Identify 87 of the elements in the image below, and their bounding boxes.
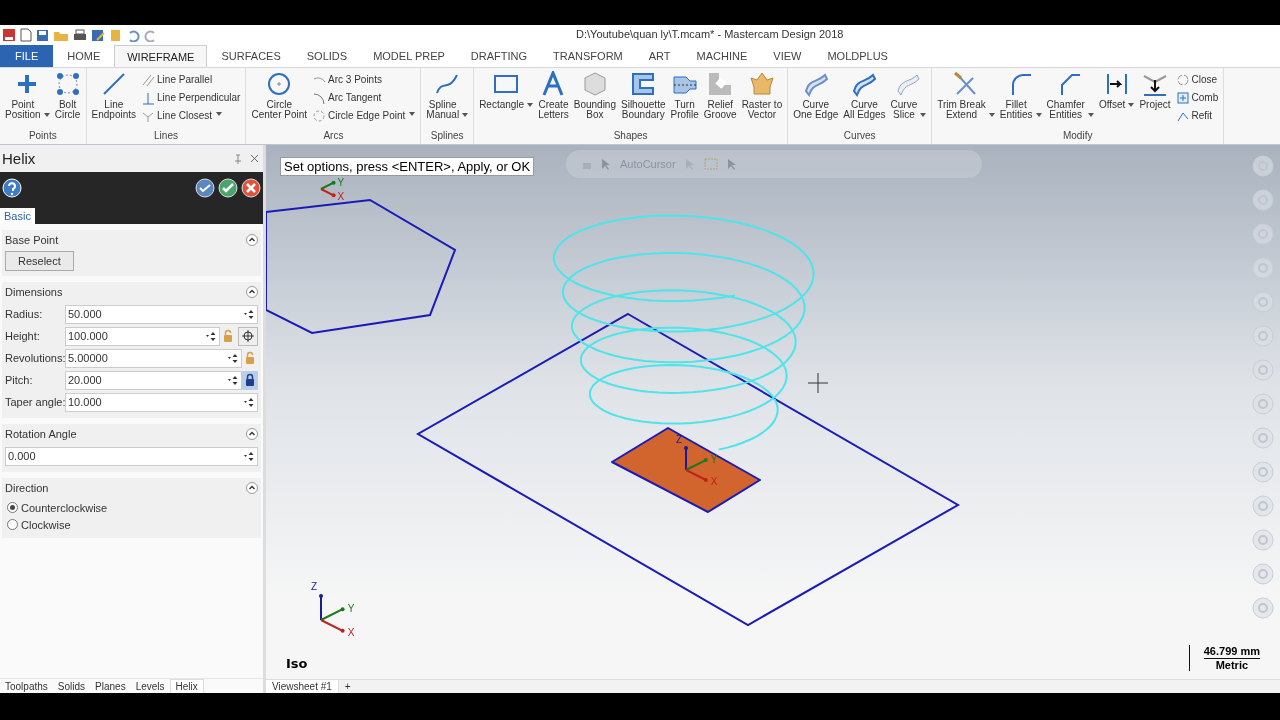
group-label: Modify bbox=[1061, 130, 1094, 143]
ribbon-button[interactable]: Circle Edge Point bbox=[310, 108, 418, 123]
view-name: Iso bbox=[286, 656, 308, 671]
scale-indicator: 46.799 mm Metric bbox=[1188, 645, 1260, 671]
ribbon-button[interactable]: Fillet Entities bbox=[997, 71, 1044, 130]
field-label: Pitch: bbox=[5, 374, 34, 386]
group-label: Curves bbox=[842, 130, 877, 143]
ribbon-button[interactable]: Curve Slice bbox=[888, 71, 929, 130]
ribbon-tab[interactable]: DRAFTING bbox=[458, 45, 540, 67]
number-field[interactable]: 100.000 bbox=[65, 326, 220, 346]
ribbon-button[interactable]: Create Letters bbox=[536, 71, 571, 130]
ribbon-button[interactable]: Arc 3 Points bbox=[310, 72, 418, 87]
field-label: Height: bbox=[5, 330, 41, 342]
ribbon-button[interactable]: Line Endpoints bbox=[89, 71, 139, 130]
ribbon-button[interactable]: Rectangle bbox=[477, 71, 536, 130]
ribbon-button[interactable]: Silhouette Boundary bbox=[619, 71, 668, 130]
radio-option[interactable]: Clockwise bbox=[5, 516, 258, 533]
axis-label: Y bbox=[347, 602, 355, 614]
ribbon-button[interactable]: Offset bbox=[1096, 71, 1137, 130]
number-field[interactable]: 50.000 bbox=[65, 304, 258, 324]
ribbon-button[interactable]: Project bbox=[1137, 71, 1173, 130]
axis-label: Y bbox=[337, 176, 345, 188]
ribbon-button[interactable]: Bolt Circle bbox=[52, 71, 83, 130]
manager-tab[interactable]: Helix bbox=[169, 679, 204, 693]
ribbon-button[interactable]: Relief Groove bbox=[701, 71, 739, 130]
field-label: Radius: bbox=[5, 308, 44, 320]
ribbon-tab[interactable]: VIEW bbox=[761, 45, 814, 67]
group-label: Splines bbox=[429, 130, 465, 143]
section-title: Rotation Angle bbox=[5, 428, 77, 440]
ribbon-button[interactable]: Circle Center Point bbox=[249, 71, 310, 130]
axis-label: X bbox=[337, 191, 345, 203]
group-label: Arcs bbox=[322, 130, 345, 143]
manager-tab[interactable]: Levels bbox=[130, 679, 170, 693]
ribbon-button[interactable]: Line Parallel bbox=[139, 72, 243, 87]
group-label: Points bbox=[27, 130, 58, 143]
number-field[interactable]: 20.000 bbox=[65, 370, 242, 390]
reselect-button[interactable]: Reselect bbox=[5, 251, 74, 271]
axis-label: X bbox=[710, 476, 718, 488]
ribbon-button[interactable]: Refit bbox=[1173, 108, 1221, 123]
ribbon-tab[interactable]: SURFACES bbox=[209, 45, 293, 67]
prompt-message: Set options, press <ENTER>, Apply, or OK bbox=[280, 157, 535, 176]
ribbon-tab[interactable]: MODEL PREP bbox=[361, 45, 457, 67]
manager-tab[interactable]: Planes bbox=[90, 679, 131, 693]
manager-tab[interactable]: Toolpaths bbox=[0, 679, 53, 693]
number-field[interactable]: 10.000 bbox=[65, 392, 258, 412]
number-field[interactable]: 0.000 bbox=[5, 446, 258, 466]
window-title: D:\Youtube\quan ly\T.mcam* - Mastercam Design 2018 bbox=[576, 28, 844, 40]
ribbon-button[interactable]: Curve One Edge bbox=[791, 71, 841, 130]
field-label: Taper angle: bbox=[5, 396, 65, 408]
field-label: Revolutions: bbox=[5, 352, 65, 364]
viewsheet-tab[interactable]: + bbox=[338, 680, 357, 693]
panel-tab[interactable]: Basic bbox=[0, 208, 35, 224]
axis-label: X bbox=[347, 627, 355, 639]
number-field[interactable]: 5.00000 bbox=[65, 348, 242, 368]
ribbon-button[interactable]: Raster to Vector bbox=[739, 71, 785, 130]
ribbon-button[interactable]: Arc Tangent bbox=[310, 90, 418, 105]
group-label: Shapes bbox=[612, 130, 649, 143]
ribbon-tab[interactable]: MACHINE bbox=[684, 45, 760, 67]
axis-label: Z bbox=[676, 433, 683, 445]
ribbon-button[interactable]: Chamfer Entities bbox=[1044, 71, 1096, 130]
ribbon-tab[interactable]: ART bbox=[636, 45, 683, 67]
axis-label: Z bbox=[311, 581, 318, 593]
ribbon-tab[interactable]: SOLIDS bbox=[294, 45, 360, 67]
ribbon-button[interactable]: Line Perpendicular bbox=[139, 90, 243, 105]
ribbon-button[interactable]: Bounding Box bbox=[571, 71, 618, 130]
ribbon-button[interactable]: Spline Manual bbox=[424, 71, 471, 130]
ribbon-button[interactable]: Trim Break Extend bbox=[935, 71, 997, 130]
section-title: Direction bbox=[5, 482, 49, 494]
section-title: Base Point bbox=[5, 234, 59, 246]
viewsheet-tab[interactable]: Viewsheet #1 bbox=[266, 680, 339, 693]
ribbon-tab[interactable]: FILE bbox=[0, 45, 54, 67]
axis-label: Y bbox=[710, 453, 718, 465]
ribbon-button[interactable]: Comb bbox=[1173, 90, 1221, 105]
ribbon-button[interactable]: Close bbox=[1173, 72, 1221, 87]
ribbon-button[interactable]: Line Closest bbox=[139, 108, 243, 123]
ribbon-button[interactable]: Turn Profile bbox=[668, 71, 701, 130]
ribbon-tab[interactable]: MOLDPLUS bbox=[815, 45, 900, 67]
ribbon-button[interactable]: Point Position bbox=[3, 71, 52, 130]
ribbon-tab[interactable]: TRANSFORM bbox=[541, 45, 635, 67]
radio-option[interactable]: Counterclockwise bbox=[5, 499, 258, 516]
ribbon-tab[interactable]: WIREFRAME bbox=[114, 45, 208, 67]
manager-tab[interactable]: Solids bbox=[52, 679, 91, 693]
ribbon-tab[interactable]: HOME bbox=[55, 45, 113, 67]
section-title: Dimensions bbox=[5, 286, 63, 298]
ribbon-button[interactable]: Curve All Edges bbox=[841, 71, 888, 130]
group-label: Lines bbox=[153, 130, 179, 143]
panel-title: Helix bbox=[2, 150, 36, 167]
